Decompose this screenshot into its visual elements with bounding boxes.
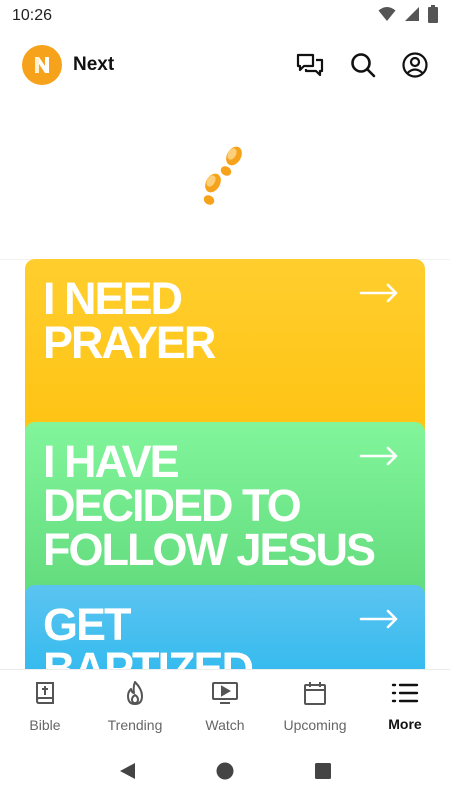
status-time: 10:26 <box>12 7 53 24</box>
hero-banner <box>0 98 450 260</box>
header-actions <box>296 52 428 78</box>
signal-icon <box>404 6 420 27</box>
menu-list-icon <box>391 681 419 710</box>
card-decided-follow-jesus[interactable]: I HAVE DECIDED TO FOLLOW JESUS <box>25 422 425 612</box>
flame-icon <box>124 680 146 711</box>
calendar-icon <box>303 680 327 711</box>
nav-item-watch[interactable]: Watch <box>180 670 270 742</box>
wifi-icon <box>378 6 396 27</box>
nav-item-bible[interactable]: Bible <box>0 670 90 742</box>
action-cards: I NEED PRAYER I HAVE DECIDED TO FOLLOW J… <box>25 259 425 669</box>
nav-label: Bible <box>29 716 61 733</box>
status-bar: 10:26 <box>0 0 450 32</box>
status-icons <box>378 4 438 28</box>
footsteps-icon <box>197 142 253 215</box>
nav-item-trending[interactable]: Trending <box>90 670 180 742</box>
back-icon[interactable] <box>117 761 137 781</box>
play-screen-icon <box>211 680 239 711</box>
nav-label: Trending <box>107 716 163 733</box>
arrow-right-icon <box>359 609 399 634</box>
app-header: Next <box>0 32 450 98</box>
app-title: Next <box>73 54 115 75</box>
system-nav-bar <box>0 742 450 800</box>
bottom-nav: Bible Trending Watch Upcoming More <box>0 669 450 742</box>
card-need-prayer[interactable]: I NEED PRAYER <box>25 259 425 439</box>
nav-item-more[interactable]: More <box>360 670 450 742</box>
nav-item-upcoming[interactable]: Upcoming <box>270 670 360 742</box>
nav-label: Upcoming <box>283 716 347 733</box>
bible-icon <box>33 680 57 711</box>
search-icon[interactable] <box>350 52 376 78</box>
nav-label: Watch <box>205 716 245 733</box>
arrow-right-icon <box>359 446 399 471</box>
arrow-right-icon <box>359 283 399 308</box>
nav-label: More <box>388 715 422 732</box>
account-icon[interactable] <box>402 52 428 78</box>
chat-icon[interactable] <box>296 52 324 78</box>
recents-icon[interactable] <box>313 761 333 781</box>
home-icon[interactable] <box>215 761 235 781</box>
app-logo <box>22 45 62 85</box>
logo-n-icon <box>35 57 49 73</box>
card-get-baptized[interactable]: GET BAPTIZED <box>25 585 425 669</box>
battery-icon <box>428 4 438 28</box>
